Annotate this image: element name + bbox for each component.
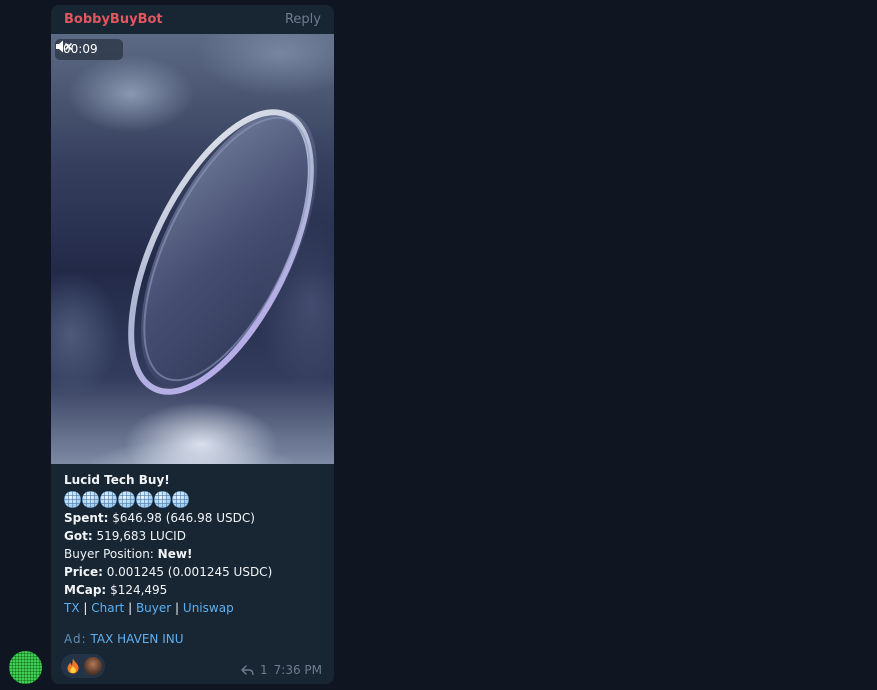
got-value: 519,683 LUCID	[96, 529, 186, 543]
globe-icon	[154, 490, 171, 508]
chart-link[interactable]: Chart	[91, 601, 124, 615]
spent-label: Spent:	[64, 511, 109, 525]
uniswap-link[interactable]: Uniswap	[183, 601, 234, 615]
globe-icon	[136, 490, 153, 508]
spent-value: $646.98 (646.98 USDC)	[112, 511, 255, 525]
ad-link[interactable]: TAX HAVEN INU	[91, 632, 184, 646]
globe-icon	[172, 490, 189, 508]
message-time: 7:36 PM	[273, 663, 322, 677]
reply-arrow-icon	[241, 664, 254, 675]
user-avatar-icon	[84, 657, 102, 675]
got-label: Got:	[64, 529, 93, 543]
globe-icon	[64, 490, 81, 508]
globe-icon	[82, 490, 99, 508]
mcap-label: MCap:	[64, 583, 107, 597]
buy-strength-indicator	[64, 489, 326, 509]
links-row: TX | Chart | Buyer | Uniswap	[64, 599, 326, 617]
message-text: Lucid Tech Buy! Spent: $646.98 (646.98 U…	[64, 471, 326, 617]
price-label: Price:	[64, 565, 103, 579]
chat-area: BobbyBuyBot Reply 00:09 Lucid Tech Buy! …	[0, 0, 877, 690]
price-row: Price: 0.001245 (0.001245 USDC)	[64, 563, 326, 581]
bot-avatar[interactable]	[9, 651, 42, 684]
reply-count[interactable]: 1	[260, 663, 268, 677]
buyer-position-row: Buyer Position: New!	[64, 545, 326, 563]
ad-label: Ad:	[64, 632, 87, 646]
globe-icon	[100, 490, 117, 508]
mcap-row: MCap: $124,495	[64, 581, 326, 599]
buyer-position-value: New!	[157, 547, 193, 561]
buyer-position-label: Buyer Position:	[64, 547, 154, 561]
link-separator: |	[175, 601, 180, 615]
ad-line: Ad: TAX HAVEN INU	[64, 632, 184, 646]
link-separator: |	[83, 601, 88, 615]
message-meta: 1 7:36 PM	[241, 663, 322, 677]
link-separator: |	[128, 601, 133, 615]
reactions-badge[interactable]	[61, 654, 105, 678]
buy-title: Lucid Tech Buy!	[64, 473, 170, 487]
globe-icon	[118, 490, 135, 508]
price-value: 0.001245 (0.001245 USDC)	[106, 565, 273, 579]
buyer-link[interactable]: Buyer	[136, 601, 171, 615]
message-content: Lucid Tech Buy! Spent: $646.98 (646.98 U…	[51, 5, 334, 684]
got-row: Got: 519,683 LUCID	[64, 527, 326, 545]
spent-row: Spent: $646.98 (646.98 USDC)	[64, 509, 326, 527]
fire-icon	[67, 658, 79, 674]
mcap-value: $124,495	[110, 583, 168, 597]
tx-link[interactable]: TX	[64, 601, 80, 615]
